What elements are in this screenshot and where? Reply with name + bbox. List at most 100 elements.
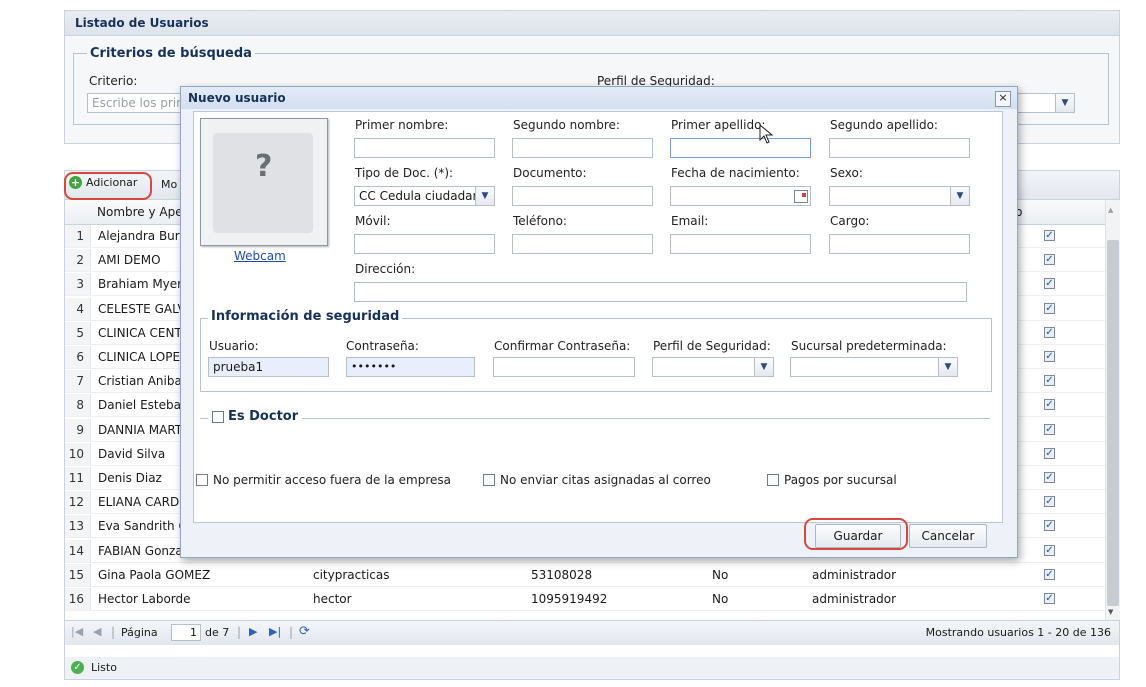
row-number: 1 [65, 225, 91, 247]
refresh-icon[interactable]: ⟳ [299, 624, 310, 639]
check-circle-icon: ✓ [71, 661, 84, 674]
pager-info: Mostrando usuarios 1 - 20 de 136 [925, 626, 1111, 639]
fecha-nacimiento-input[interactable] [670, 186, 811, 206]
cell-name: AMI DEMO [98, 253, 161, 268]
active-checkbox[interactable]: ✓ [1044, 399, 1055, 411]
row-number: 9 [65, 418, 91, 441]
column-header-name[interactable]: Nombre y Ape [97, 200, 183, 224]
active-checkbox[interactable]: ✓ [1044, 278, 1055, 290]
sexo-label: Sexo: [830, 166, 863, 180]
no-acceso-option[interactable]: No permitir acceso fuera de la empresa [196, 473, 451, 487]
confirmar-contrasena-input[interactable] [493, 357, 635, 377]
cell-name: Daniel Esteban [98, 398, 189, 413]
sexo-select[interactable]: ▼ [829, 186, 970, 206]
chevron-down-icon[interactable]: ▼ [1055, 94, 1074, 112]
dialog-header: Nuevo usuario × [181, 87, 1017, 109]
cell-name: CELESTE GALV [98, 301, 186, 316]
grid-scrollbar[interactable]: ▲ ▼ [1105, 200, 1120, 620]
chevron-down-icon[interactable]: ▼ [950, 187, 969, 205]
cell-name: CLINICA CENT [98, 325, 182, 340]
active-checkbox[interactable]: ✓ [1044, 593, 1055, 604]
chevron-down-icon[interactable]: ▼ [754, 358, 773, 376]
modify-button[interactable]: Mo [161, 178, 177, 191]
cancel-button[interactable]: Cancelar [909, 524, 987, 548]
email-label: Email: [671, 214, 709, 228]
segundo-apellido-input[interactable] [829, 138, 970, 158]
row-number: 13 [65, 515, 91, 538]
row-number: 7 [65, 370, 91, 393]
page-input[interactable]: 1 [171, 624, 201, 641]
prev-page-icon[interactable]: ◀ [93, 625, 101, 638]
status-bar: ✓ Listo [64, 657, 1120, 680]
cell-profile: administrador [812, 567, 897, 582]
page-count: de 7 [205, 626, 230, 639]
webcam-link[interactable]: Webcam [234, 249, 286, 263]
row-number: 11 [65, 467, 91, 489]
cell-user: hector [313, 592, 352, 606]
chevron-down-icon[interactable]: ▼ [475, 187, 494, 205]
last-page-icon[interactable]: ▶| [269, 625, 281, 638]
movil-label: Móvil: [355, 214, 391, 228]
table-row[interactable]: 15 Gina Paola GOMEZ citypracticas 53108028 N… [65, 563, 1105, 587]
cell-name: CLINICA LOPEZ [98, 350, 189, 364]
table-row[interactable]: 16 Hector Laborde hector 1095919492 No admini… [65, 588, 1105, 611]
tipo-doc-select[interactable]: CC Cedula ciudadan ▼ [354, 186, 495, 206]
calendar-icon[interactable] [794, 190, 808, 203]
sucursal-select[interactable]: ▼ [790, 357, 958, 377]
es-doctor-checkbox[interactable] [212, 410, 224, 423]
next-page-icon[interactable]: ▶ [249, 625, 257, 638]
active-checkbox[interactable]: ✓ [1044, 568, 1055, 580]
active-checkbox[interactable]: ✓ [1044, 520, 1055, 532]
close-icon[interactable]: × [995, 91, 1011, 107]
chevron-down-icon[interactable]: ▼ [938, 358, 957, 376]
no-acceso-checkbox[interactable] [196, 474, 208, 486]
add-button-highlight [64, 172, 152, 200]
row-number: 2 [65, 249, 91, 272]
active-checkbox[interactable]: ✓ [1044, 302, 1055, 314]
primer-apellido-input[interactable] [670, 138, 811, 158]
active-checkbox[interactable]: ✓ [1044, 254, 1055, 266]
page-label: Página [121, 626, 158, 639]
usuario-label: Usuario: [209, 339, 259, 353]
active-checkbox[interactable]: ✓ [1044, 326, 1055, 338]
scroll-down-icon[interactable]: ▼ [1108, 608, 1113, 616]
cell-document: 53108028 [531, 567, 593, 582]
movil-input[interactable] [354, 234, 495, 254]
usuario-input[interactable]: prueba1 [208, 357, 329, 377]
telefono-input[interactable] [512, 234, 653, 254]
new-user-dialog: Nuevo usuario × ? Webcam Primer nombre: … [180, 86, 1018, 558]
no-citas-option[interactable]: No enviar citas asignadas al correo [483, 473, 711, 487]
cell-doctor: No [712, 567, 729, 582]
photo-placeholder[interactable]: ? [200, 118, 328, 246]
email-input[interactable] [670, 234, 811, 254]
active-checkbox[interactable]: ✓ [1044, 544, 1055, 556]
primer-nombre-label: Primer nombre: [355, 118, 449, 132]
panel-header: Listado de Usuarios [65, 11, 1119, 36]
pagos-sucursal-option[interactable]: Pagos por sucursal [767, 473, 897, 487]
es-doctor-toggle[interactable]: Es Doctor [208, 409, 303, 424]
contrasena-input[interactable]: ••••••• [346, 357, 475, 377]
active-checkbox[interactable]: ✓ [1044, 230, 1055, 241]
segundo-apellido-label: Segundo apellido: [830, 118, 938, 132]
cargo-input[interactable] [829, 234, 970, 254]
direccion-input[interactable] [354, 282, 967, 302]
primer-nombre-input[interactable] [354, 138, 495, 158]
perfil-seguridad-label: Perfil de Seguridad: [653, 339, 771, 353]
no-citas-checkbox[interactable] [483, 474, 495, 486]
primer-apellido-label: Primer apellido: [671, 118, 766, 132]
scroll-up-icon[interactable]: ▲ [1108, 206, 1113, 214]
panel-title: Listado de Usuarios [75, 16, 209, 30]
active-checkbox[interactable]: ✓ [1044, 472, 1055, 483]
documento-input[interactable] [512, 186, 653, 206]
first-page-icon[interactable]: |◀ [71, 625, 83, 638]
dialog-body: ? Webcam Primer nombre: Segundo nombre: … [193, 111, 1003, 523]
perfil-seguridad-select[interactable]: ▼ [652, 357, 774, 377]
pagos-sucursal-checkbox[interactable] [767, 474, 779, 486]
segundo-nombre-input[interactable] [512, 138, 653, 158]
active-checkbox[interactable]: ✓ [1044, 447, 1055, 459]
active-checkbox[interactable]: ✓ [1044, 423, 1055, 435]
scroll-thumb[interactable] [1107, 240, 1119, 606]
active-checkbox[interactable]: ✓ [1044, 375, 1055, 387]
active-checkbox[interactable]: ✓ [1044, 351, 1055, 362]
active-checkbox[interactable]: ✓ [1044, 496, 1055, 508]
